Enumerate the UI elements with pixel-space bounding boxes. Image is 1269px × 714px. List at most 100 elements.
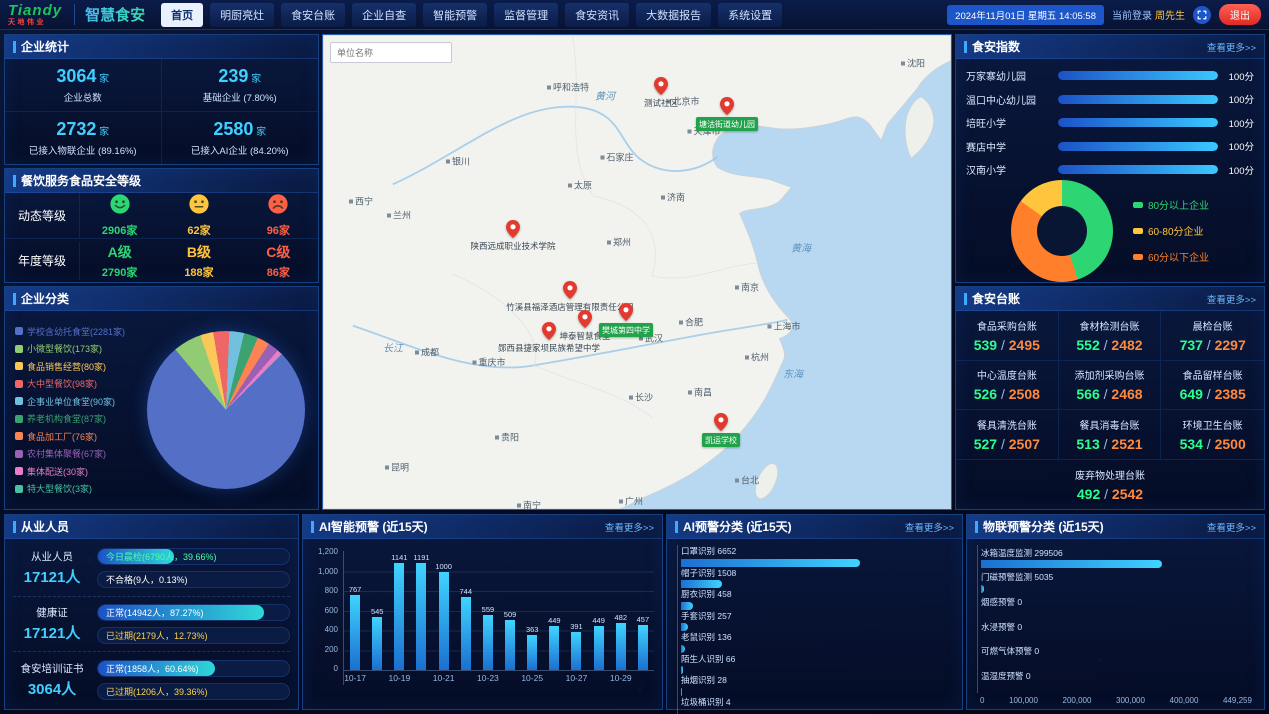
ai-warning-chart: 1,2001,0008006004002000 7675451141119110…: [303, 539, 662, 685]
bar[interactable]: [372, 617, 382, 670]
index-row: 万家寨幼儿园100分: [966, 68, 1254, 83]
y-axis-tick: 800: [325, 586, 338, 595]
h-bar-label: 厨衣识别 458: [681, 588, 950, 600]
map-pin[interactable]: [714, 413, 728, 431]
ledger-numbers: 527 / 2507: [974, 436, 1040, 452]
nav-item-系统设置[interactable]: 系统设置: [718, 3, 782, 27]
index-bar-list: 万家寨幼儿园100分温口中心幼儿园100分培旺小学100分赛店中学100分汉南小…: [956, 59, 1264, 179]
category-legend-item[interactable]: 食品加工厂(76家): [15, 430, 137, 443]
city-label: 呼和浩特: [547, 81, 589, 94]
bar[interactable]: [505, 620, 515, 670]
category-legend-item[interactable]: 食品销售经营(80家): [15, 360, 137, 373]
bar[interactable]: [350, 595, 360, 670]
h-bar[interactable]: [981, 560, 1162, 568]
bar[interactable]: [416, 563, 426, 670]
count-separator: /: [1100, 337, 1112, 353]
nav-item-食安资讯[interactable]: 食安资讯: [565, 3, 629, 27]
personnel-info: 食安培训证书3064人: [13, 661, 91, 699]
category-legend-item[interactable]: 学校含幼托食堂(2281家): [15, 325, 137, 338]
stat-label: 基础企业 (7.80%): [203, 90, 277, 104]
sea-label: 黄海: [791, 240, 811, 255]
search-input[interactable]: [330, 42, 452, 63]
category-legend-item[interactable]: 小微型餐饮(173家): [15, 342, 137, 355]
panel-enterprise-category: 企业分类 学校含幼托食堂(2281家)小微型餐饮(173家)食品销售经营(80家…: [4, 286, 319, 510]
category-legend-item[interactable]: 特大型餐饮(3家): [15, 482, 137, 495]
view-more-link[interactable]: 查看更多>>: [1207, 520, 1256, 534]
donut-legend-item[interactable]: 80分以上企业: [1133, 197, 1209, 212]
bar-column: 545: [366, 553, 388, 670]
view-more-link[interactable]: 查看更多>>: [1207, 40, 1256, 54]
h-bar[interactable]: [981, 585, 984, 593]
bar[interactable]: [571, 632, 581, 670]
view-more-link[interactable]: 查看更多>>: [1207, 292, 1256, 306]
category-legend-item[interactable]: 农村集体聚餐(67家): [15, 447, 137, 460]
panel-safety-grade: 餐饮服务食品安全等级 动态等级 2906家62家96家 年度等级 A级2790家…: [4, 168, 319, 283]
nav-item-大数据报告[interactable]: 大数据报告: [636, 3, 711, 27]
legend-label: 60-80分企业: [1148, 223, 1204, 238]
bar[interactable]: [394, 563, 404, 670]
h-bar-row: 可燃气体预警 0: [981, 645, 1252, 667]
datetime-badge: 2024年11月01日 星期五 14:05:58: [947, 5, 1104, 25]
map-pin[interactable]: [578, 310, 592, 328]
bar-value-label: 744: [460, 587, 473, 596]
category-legend-item[interactable]: 大中型餐饮(98家): [15, 377, 137, 390]
fullscreen-button[interactable]: [1193, 6, 1211, 24]
legend-label: 60分以下企业: [1148, 249, 1209, 264]
map-pin[interactable]: [720, 97, 734, 115]
bar[interactable]: [527, 635, 537, 670]
nav-item-明厨亮灶[interactable]: 明厨亮灶: [210, 3, 274, 27]
h-bar[interactable]: [681, 559, 860, 567]
bar[interactable]: [549, 626, 559, 670]
bar[interactable]: [638, 625, 648, 670]
h-bar-row: 手套识别 257: [681, 610, 950, 632]
donut-legend-item[interactable]: 60分以下企业: [1133, 249, 1209, 264]
h-bar[interactable]: [681, 645, 685, 653]
view-more-link[interactable]: 查看更多>>: [905, 520, 954, 534]
bar[interactable]: [616, 623, 626, 670]
map-pin[interactable]: [542, 322, 556, 340]
score-value: 100分: [1224, 92, 1254, 106]
score-value: 100分: [1224, 163, 1254, 177]
h-bar-track: [681, 623, 950, 631]
count-done: 649: [1180, 386, 1203, 402]
index-donut-chart[interactable]: [1011, 180, 1113, 282]
map-panel[interactable]: 黄海东海黄河长江呼和浩特北京市天津市沈阳银川石家庄太原济南西宁兰州郑州南京合肥上…: [322, 34, 952, 510]
legend-swatch: [15, 467, 23, 475]
view-more-link[interactable]: 查看更多>>: [605, 520, 654, 534]
grade-count: 188家: [184, 264, 213, 280]
nav-item-企业自查[interactable]: 企业自查: [352, 3, 416, 27]
h-bar[interactable]: [681, 602, 693, 610]
category-pie-chart[interactable]: [147, 331, 305, 489]
neutral-face-icon: [188, 193, 210, 220]
h-bar[interactable]: [681, 688, 682, 696]
stat-value: 2732 家: [56, 119, 109, 140]
h-bar[interactable]: [681, 666, 683, 674]
count-total: 2500: [1215, 436, 1246, 452]
count-total: 2495: [1009, 337, 1040, 353]
logout-button[interactable]: 退出: [1219, 4, 1261, 25]
bar-column: 363: [521, 553, 543, 670]
category-legend-item[interactable]: 企事业单位食堂(90家): [15, 395, 137, 408]
nav-item-首页[interactable]: 首页: [161, 3, 203, 27]
map-pin[interactable]: [563, 281, 577, 299]
h-bar[interactable]: [681, 580, 722, 588]
bar[interactable]: [461, 597, 471, 670]
h-bar[interactable]: [681, 623, 688, 631]
map-pin[interactable]: [619, 303, 633, 321]
bar[interactable]: [439, 572, 449, 670]
bar-value-label: 767: [349, 585, 362, 594]
h-bar-label: 口罩识别 6652: [681, 545, 950, 557]
nav-item-食安台账[interactable]: 食安台账: [281, 3, 345, 27]
bar-column: 391: [565, 553, 587, 670]
panel-title: AI智能预警 (近15天): [311, 518, 428, 535]
donut-legend-item[interactable]: 60-80分企业: [1133, 223, 1209, 238]
bar[interactable]: [594, 626, 604, 670]
category-legend-item[interactable]: 集体配送(30家): [15, 465, 137, 478]
count-total: 2468: [1111, 386, 1142, 402]
map-pin[interactable]: [506, 220, 520, 238]
bar[interactable]: [483, 615, 493, 670]
map-pin[interactable]: [654, 77, 668, 95]
category-legend-item[interactable]: 养老机构食堂(87家): [15, 412, 137, 425]
nav-item-智能预警[interactable]: 智能预警: [423, 3, 487, 27]
nav-item-监督管理[interactable]: 监督管理: [494, 3, 558, 27]
